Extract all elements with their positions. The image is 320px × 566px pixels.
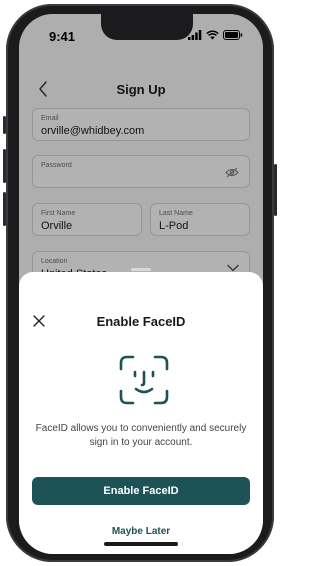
sheet-title: Enable FaceID	[96, 314, 186, 329]
maybe-later-button[interactable]: Maybe Later	[32, 522, 250, 542]
volume-up-button	[3, 149, 6, 183]
faceid-sheet: Enable FaceID FaceID allows you to conve…	[19, 268, 263, 554]
faceid-description: FaceID allows you to conveniently and se…	[35, 423, 247, 448]
volume-down-button	[3, 192, 6, 226]
enable-faceid-button[interactable]: Enable FaceID	[32, 477, 250, 505]
faceid-icon	[119, 355, 169, 405]
sheet-handle[interactable]	[131, 268, 151, 271]
notch	[101, 14, 193, 40]
home-indicator	[104, 542, 178, 546]
power-button	[274, 164, 277, 216]
silent-switch	[3, 116, 6, 134]
screen: 9:41 Sign Up Email orville@whidbey.com P…	[19, 14, 263, 554]
